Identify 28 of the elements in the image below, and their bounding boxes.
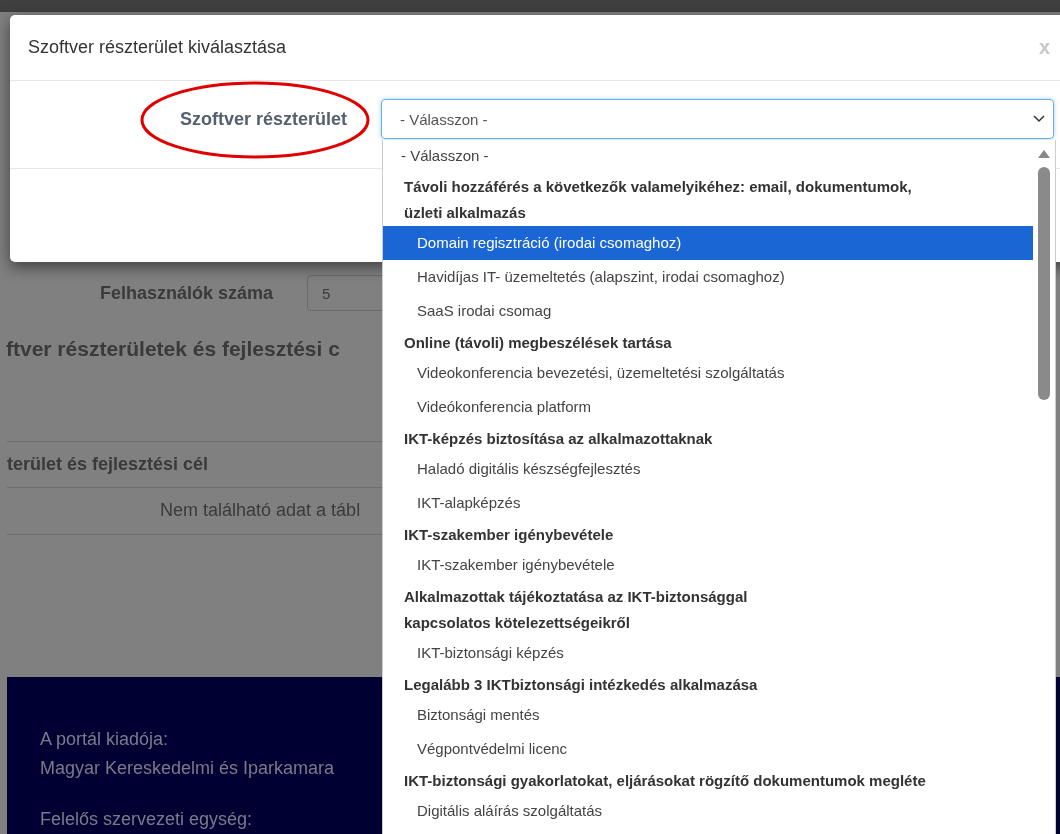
dropdown-option[interactable]: Domain regisztráció (irodai csomaghoz): [383, 226, 1033, 260]
option-group-label: IKT-képzés biztosítása az alkalmazottaknak: [403, 429, 714, 449]
option-group-label: Távoli hozzáférés a következők valamelyikéhez: email, dokumentumok, üzleti alkalmazás: [403, 177, 913, 223]
option-group-label: Legalább 3 IKTbiztonsági intézkedés alkalmazása: [403, 675, 759, 695]
select-field[interactable]: - Válasszon -: [381, 99, 1054, 139]
dropdown-option[interactable]: IKT-alapképzés: [383, 486, 1033, 520]
dropdown-option[interactable]: - Válasszon -: [383, 140, 1033, 172]
dropdown-option[interactable]: Végpontvédelmi licenc: [383, 732, 1033, 766]
dropdown-option[interactable]: Videokonferencia bevezetési, üzemeltetési szolgáltatás: [383, 356, 1033, 390]
dropdown-option[interactable]: IKT-biztonsági képzés: [383, 636, 1033, 670]
option-group-label: Online (távoli) megbeszélések tartása: [403, 333, 673, 353]
dropdown-option[interactable]: IKT-szakember igénybevétele: [383, 548, 1033, 582]
footer-text: Felelős szervezeti egység:: [40, 808, 253, 831]
option-group-label: IKT-szakember igénybevétele: [403, 525, 615, 545]
footer-text: A portál kiadója: Magyar Kereskedelmi és Iparkamara: [40, 728, 335, 780]
field-label: Felhasználók száma: [100, 282, 274, 304]
dropdown-option[interactable]: Biztonsági mentés: [383, 698, 1033, 732]
dropdown-option[interactable]: Digitális aláírás szolgáltatás: [383, 794, 1033, 828]
option-group-label: Alkalmazottak tájékoztatása az IKT-biztonsággal kapcsolatos kötelezettségeikről: [403, 587, 749, 633]
column-header: terület és fejlesztési cél: [7, 454, 209, 474]
section-heading: ftver részterületek és fejlesztési c: [6, 337, 340, 361]
dropdown-option[interactable]: Videókonferencia platform: [383, 390, 1033, 424]
empty-message: Nem található adat a tábl: [160, 500, 361, 520]
dialog-title: Szoftver részterület kiválasztása: [28, 37, 287, 58]
dropdown-option[interactable]: Haladó digitális készségfejlesztés: [383, 452, 1033, 486]
field-label: Szoftver részterület: [179, 109, 347, 130]
chevron-icon: [1033, 115, 1045, 123]
option-group-label: IKT-biztonsági gyakorlatokat, eljárásokat rögzítő dokumentumok megléte: [403, 771, 927, 791]
